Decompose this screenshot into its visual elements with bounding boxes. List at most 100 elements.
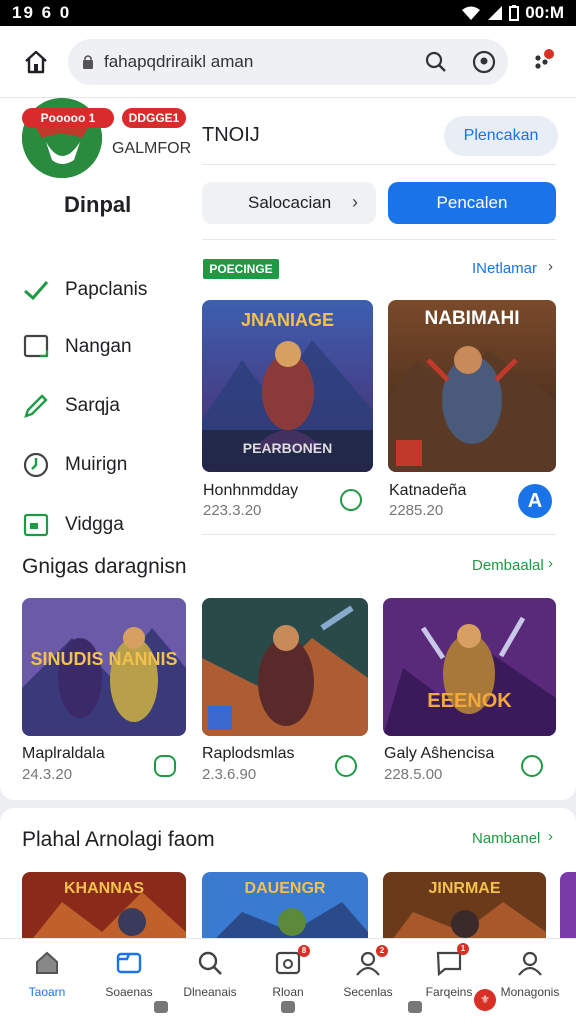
- account-icon: [518, 951, 542, 976]
- bottom-navigation: Taoarn Soaenas Dlneanais 8 Rloan 2 Secen…: [0, 938, 576, 1024]
- drawer-subtitle: GALMFOR: [112, 140, 192, 157]
- search-icon[interactable]: [424, 50, 448, 74]
- main-card: fahapqdriraikl aman Pooooo 1 DDGGE1 GALM…: [0, 26, 576, 800]
- art-text: DAUENGR: [244, 880, 326, 897]
- nav-item-library[interactable]: 8 Rloan: [248, 939, 328, 1009]
- primary-button[interactable]: Pencalen: [388, 182, 556, 224]
- game-art-image: [202, 598, 368, 736]
- see-all-link[interactable]: Dembaalal: [472, 557, 544, 574]
- tile-title: Raplodsmlas: [202, 745, 295, 762]
- chevron-right-icon: ›: [548, 258, 553, 275]
- url-bar[interactable]: fahapqdriraikl aman: [68, 39, 508, 85]
- apps-icon: [116, 952, 142, 974]
- gesture-dot: [408, 1001, 422, 1013]
- game-tile-2[interactable]: [202, 598, 368, 736]
- art-text: JINRMAE: [428, 880, 501, 897]
- tile-title: Galy Aŝhencisa: [384, 745, 495, 762]
- game-tile-3[interactable]: EEENOK: [383, 598, 556, 736]
- check-icon: [24, 281, 49, 301]
- tile-subtitle: 223.3.20: [203, 502, 262, 519]
- notification-badge: 8: [298, 945, 310, 957]
- drawer-title: Dinpal: [64, 192, 132, 217]
- featured-tile-1[interactable]: JNANIAGE PEARBONEN: [202, 300, 373, 472]
- drawer-item-vidgga[interactable]: Vidgga: [20, 505, 200, 545]
- drawer-item-sarqja[interactable]: Sarqja: [20, 386, 200, 426]
- install-icon[interactable]: [334, 754, 358, 778]
- signal-icon: [488, 6, 503, 20]
- drawer-item-label: Vidgga: [65, 514, 124, 535]
- section-badge: POECINGE: [203, 259, 279, 279]
- drawer-badge-right: DDGGE1: [122, 108, 186, 128]
- drawer-item-nangan[interactable]: Nangan: [20, 327, 200, 367]
- tile-subtitle: 2.3.6.90: [202, 766, 257, 783]
- main-heading: TNOIJ: [202, 124, 260, 146]
- nav-item-home[interactable]: Taoarn: [7, 939, 87, 1009]
- game-tile-1[interactable]: SINUDIS NANNIS: [22, 598, 186, 736]
- section-title: Plahal Arnolagi faom: [22, 828, 215, 851]
- action-button[interactable]: A: [518, 484, 552, 518]
- search-icon: [198, 951, 222, 975]
- home-icon: [36, 951, 58, 974]
- url-text[interactable]: fahapqdriraikl aman: [104, 52, 253, 72]
- divider: [202, 164, 556, 165]
- secondary-button-label: Salocacian: [248, 193, 332, 212]
- section-title: Gnigas daragnisn: [22, 555, 187, 578]
- see-all-link[interactable]: INetlamar: [472, 260, 537, 277]
- art-footer: PEARBONEN: [242, 440, 333, 456]
- red-fab-icon[interactable]: ⚜: [474, 989, 496, 1011]
- drawer-item-label: Nangan: [65, 336, 132, 357]
- status-time: 19 6 0: [12, 3, 72, 22]
- home-icon[interactable]: [22, 48, 50, 76]
- notification-badge: 1: [457, 943, 469, 955]
- nav-label: Secenlas: [343, 985, 393, 999]
- drawer-item-papclanis[interactable]: Papclanis: [20, 270, 200, 310]
- wifi-icon: [462, 6, 481, 20]
- nav-item-apps[interactable]: Soaenas: [89, 939, 169, 1009]
- chevron-right-icon: ›: [352, 192, 358, 212]
- heading-action-button[interactable]: Plencakan: [444, 116, 558, 156]
- game-art-image: [383, 598, 556, 736]
- more-menu-icon[interactable]: [530, 48, 556, 76]
- featured-tile-2[interactable]: NABIMAHI: [388, 300, 556, 472]
- nav-item-account[interactable]: Monagonis: [490, 939, 570, 1009]
- gesture-dot: [154, 1001, 168, 1013]
- divider: [202, 239, 556, 240]
- side-drawer: Pooooo 1 DDGGE1 GALMFOR Dinpal Papclanis…: [0, 98, 202, 540]
- tile-title: Maplraldala: [22, 745, 105, 762]
- nav-item-search[interactable]: Dlneanais: [170, 939, 250, 1009]
- nav-label: Monagonis: [500, 985, 560, 999]
- square-icon: [23, 334, 49, 358]
- lock-icon: [83, 55, 93, 69]
- drawer-item-label: Sarqja: [65, 395, 120, 416]
- art-text: EEENOK: [427, 690, 512, 712]
- tile-subtitle: 228.5.00: [384, 766, 443, 783]
- nav-label: Taoarn: [28, 985, 66, 999]
- chevron-right-icon: ›: [548, 555, 553, 572]
- nav-label: Rloan: [272, 985, 304, 999]
- status-bar: 19 6 0 00:M: [0, 0, 576, 26]
- gesture-dot: [281, 1001, 295, 1013]
- pencil-icon: [24, 394, 48, 418]
- drawer-item-label: Papclanis: [65, 279, 148, 300]
- tile-title: Katnadeña: [389, 482, 467, 499]
- art-text: SINUDIS NANNIS: [30, 649, 178, 669]
- art-text: JNANIAGE: [240, 310, 334, 330]
- nav-item-person[interactable]: 2 Secenlas: [328, 939, 408, 1009]
- see-all-link[interactable]: Nambanel: [472, 830, 540, 847]
- chevron-right-icon: ›: [548, 828, 553, 845]
- art-text: NABIMAHI: [424, 308, 520, 329]
- divider: [202, 534, 556, 535]
- drawer-item-muirign[interactable]: Muirign: [20, 445, 200, 485]
- tile-subtitle: 2285.20: [389, 502, 444, 519]
- install-icon[interactable]: [153, 754, 177, 778]
- secondary-button[interactable]: Salocacian ›: [202, 182, 376, 224]
- account-circle-icon[interactable]: [472, 50, 496, 74]
- install-icon[interactable]: [520, 754, 544, 778]
- nav-label: Dlneanais: [183, 985, 237, 999]
- art-text: KHANNAS: [64, 880, 144, 897]
- clock-icon: [23, 452, 49, 478]
- folder-icon: [23, 513, 49, 537]
- tile-subtitle: 24.3.20: [22, 766, 73, 783]
- install-icon[interactable]: [339, 488, 363, 512]
- drawer-badge-left: Pooooo 1: [22, 108, 114, 128]
